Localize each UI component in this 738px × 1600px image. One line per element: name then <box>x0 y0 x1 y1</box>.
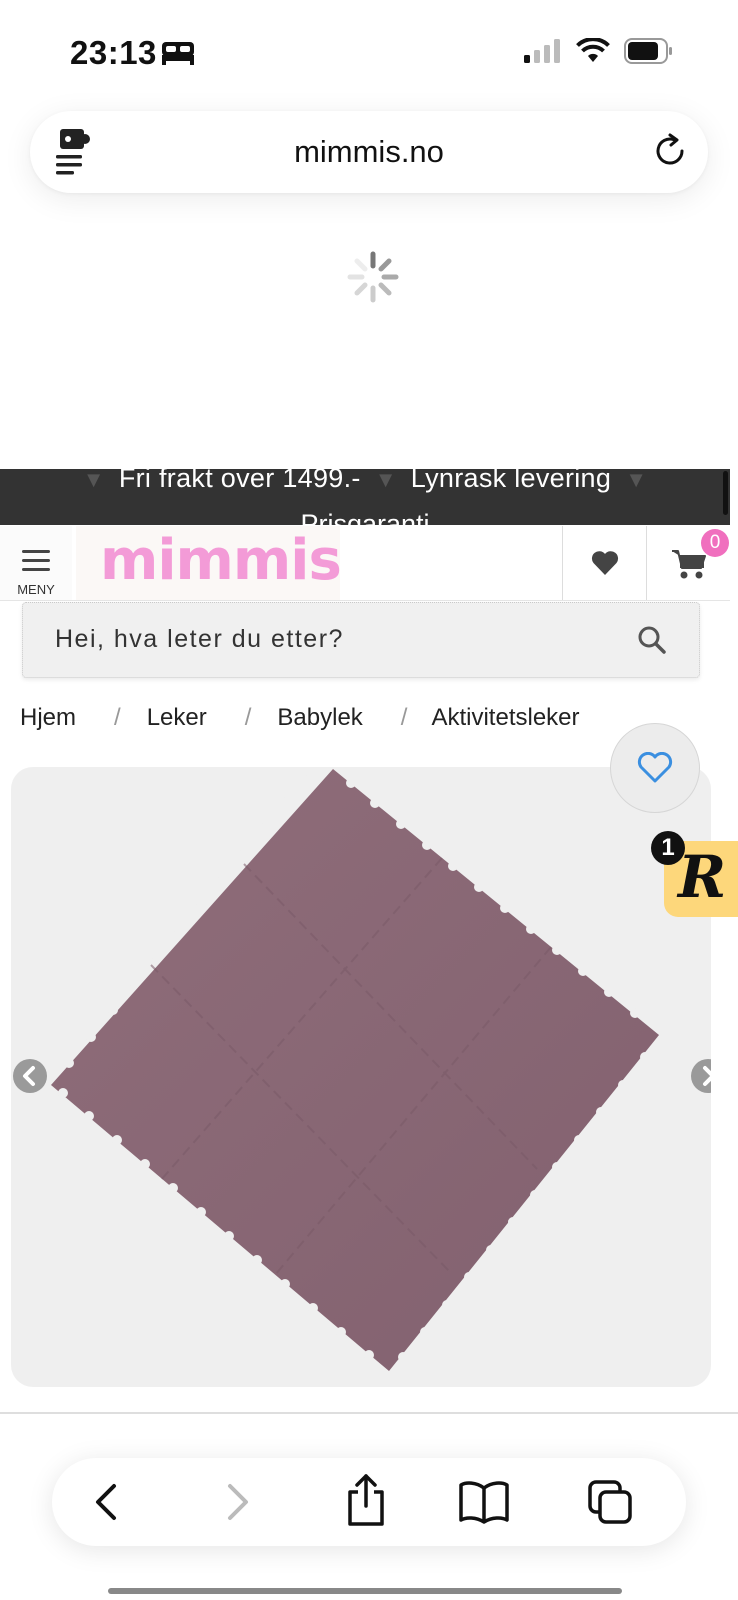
breadcrumb: Hjem / Leker / Babylek / Aktivitetsleker <box>20 704 580 732</box>
logo-text: mimmis <box>100 528 342 593</box>
status-time: 23:13 <box>70 34 157 71</box>
cart-button[interactable]: 0 <box>646 526 731 600</box>
chevron-down-icon: ▼ <box>82 469 105 492</box>
tabs-icon[interactable] <box>586 1478 634 1526</box>
heart-outline-icon <box>637 752 673 783</box>
rewards-badge: 1 <box>651 831 685 865</box>
search-placeholder: Hei, hva leter du etter? <box>55 625 344 653</box>
battery-icon <box>624 38 672 64</box>
breadcrumb-separator: / <box>400 704 408 731</box>
breadcrumb-home[interactable]: Hjem <box>20 704 76 731</box>
cart-icon <box>672 550 706 579</box>
back-icon[interactable] <box>84 1478 132 1526</box>
breadcrumb-activity-toys[interactable]: Aktivitetsleker <box>431 704 579 731</box>
wifi-icon <box>576 38 610 62</box>
heart-icon <box>591 551 619 575</box>
chevron-down-icon: ▼ <box>374 469 397 492</box>
breadcrumb-babyplay[interactable]: Babylek <box>277 704 362 731</box>
bed-icon <box>162 42 194 65</box>
product-image[interactable] <box>11 767 711 1387</box>
breadcrumb-toys[interactable]: Leker <box>147 704 207 731</box>
reload-icon[interactable] <box>652 133 688 169</box>
breadcrumb-separator: / <box>114 704 121 731</box>
promo-bar: ▼ Fri frakt over 1499.- ▼ Lynrask levering ▼… <box>0 469 730 525</box>
share-icon[interactable] <box>342 1472 390 1528</box>
cart-count-badge: 0 <box>701 529 729 557</box>
divider <box>0 1412 738 1414</box>
site-logo[interactable]: mimmis <box>76 526 342 600</box>
signal-icon <box>524 39 560 63</box>
prev-image-button[interactable] <box>13 1059 47 1093</box>
breadcrumb-separator: / <box>244 704 252 731</box>
wishlist-button[interactable] <box>562 526 647 600</box>
search-input[interactable]: Hei, hva leter du etter? <box>22 602 700 678</box>
menu-label: MENY <box>17 582 55 597</box>
promo-free-shipping: Fri frakt over 1499.- <box>118 469 361 493</box>
address-bar[interactable]: mimmis.no <box>30 111 708 193</box>
promo-price-guarantee: Prisgaranti <box>300 509 430 525</box>
promo-fast-delivery: Lynrask levering <box>410 469 612 493</box>
promo-line-1: ▼ Fri frakt over 1499.- ▼ Lynrask levering ▼ <box>0 469 730 494</box>
search-icon[interactable] <box>637 625 667 655</box>
browser-toolbar <box>52 1458 686 1546</box>
chevron-down-icon: ▼ <box>625 469 648 492</box>
next-image-button[interactable] <box>691 1059 711 1093</box>
home-indicator[interactable] <box>108 1588 622 1594</box>
url-text[interactable]: mimmis.no <box>30 134 708 170</box>
forward-icon[interactable] <box>212 1478 260 1526</box>
hamburger-icon <box>22 550 50 572</box>
status-icons <box>524 38 674 64</box>
add-to-wishlist-button[interactable] <box>610 723 700 813</box>
rewards-logo: R <box>678 843 727 911</box>
site-header: MENY mimmis 0 <box>0 526 730 601</box>
play-mat-image <box>51 768 659 1371</box>
bookmarks-icon[interactable] <box>458 1478 510 1526</box>
menu-button[interactable]: MENY <box>0 526 72 600</box>
promo-scrollbar[interactable] <box>723 471 728 515</box>
loading-spinner-icon <box>347 251 399 303</box>
chevron-right-icon <box>703 1066 711 1086</box>
chevron-left-icon <box>23 1066 35 1086</box>
